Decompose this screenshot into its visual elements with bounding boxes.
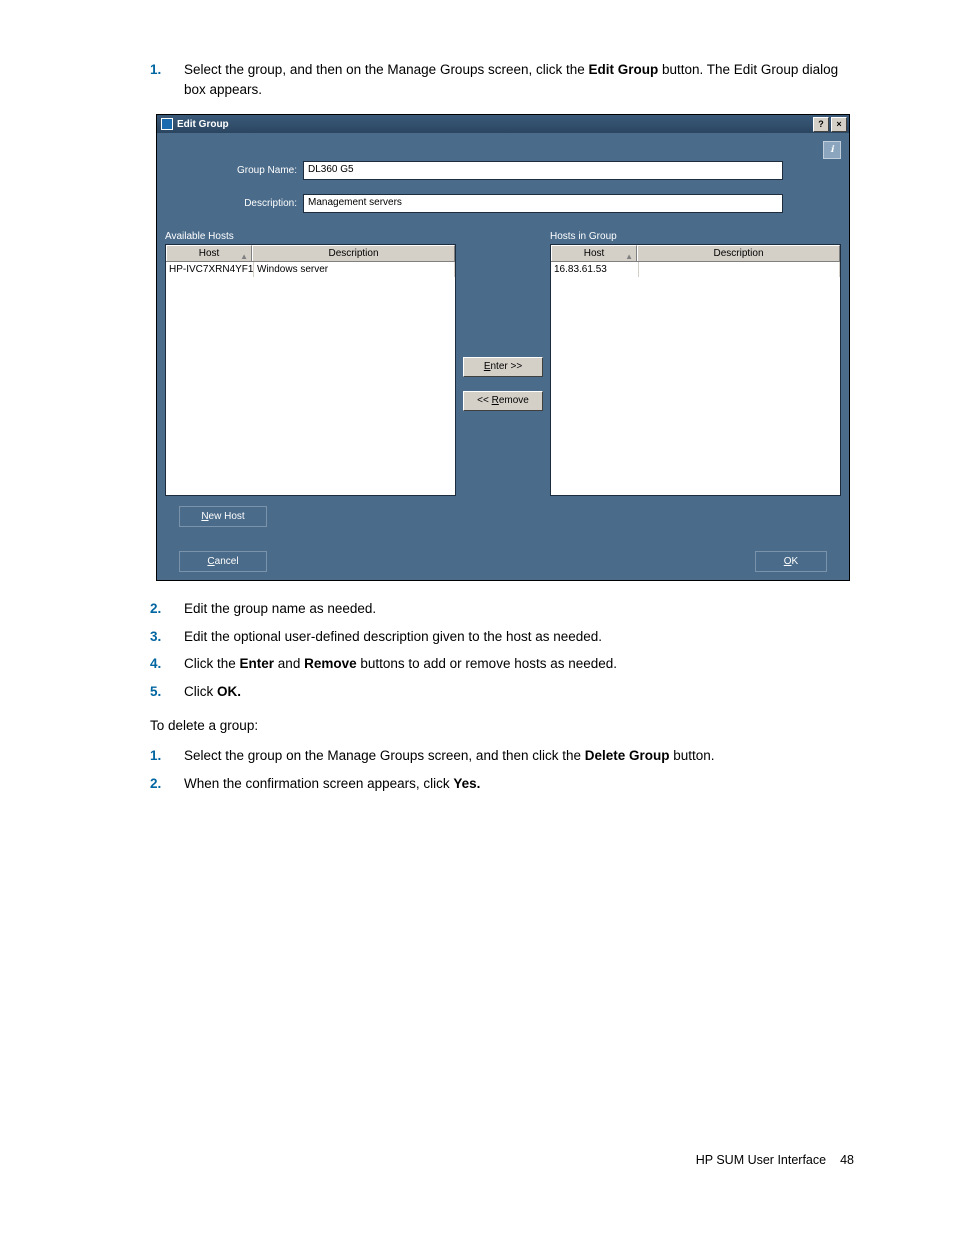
available-hosts-grid[interactable]: Host▲ Description HP-IVC7XRN4YF1F Window… [165, 244, 456, 496]
step-number: 5. [150, 682, 184, 702]
page-footer: HP SUM User Interface 48 [150, 1153, 854, 1167]
group-name-label: Group Name: [225, 165, 303, 176]
step-number: 3. [150, 627, 184, 647]
step-number: 1. [150, 746, 184, 766]
col-description[interactable]: Description [637, 245, 840, 261]
remove-button[interactable]: << Remove [463, 391, 543, 411]
step-text: Select the group, and then on the Manage… [184, 60, 854, 99]
edit-group-dialog: Edit Group ? × ℹ Group Name: DL360 G5 De… [156, 114, 850, 581]
enter-button[interactable]: Enter >> [463, 357, 543, 377]
step-text: Select the group on the Manage Groups sc… [184, 746, 854, 766]
footer-text: HP SUM User Interface [696, 1153, 826, 1167]
table-row[interactable]: HP-IVC7XRN4YF1F Windows server [166, 262, 455, 277]
help-button[interactable]: ? [813, 117, 829, 132]
cancel-button[interactable]: Cancel [179, 551, 267, 572]
description-row: Description: Management servers [225, 194, 841, 213]
step-item: 1. Select the group, and then on the Man… [150, 60, 854, 99]
close-button[interactable]: × [831, 117, 847, 132]
group-name-row: Group Name: DL360 G5 [225, 161, 841, 180]
page-number: 48 [840, 1153, 854, 1167]
step-item: 1. Select the group on the Manage Groups… [150, 746, 854, 766]
step-item: 3. Edit the optional user-defined descri… [150, 627, 854, 647]
col-description[interactable]: Description [252, 245, 455, 261]
group-name-input[interactable]: DL360 G5 [303, 161, 783, 180]
description-label: Description: [225, 198, 303, 209]
host-cell: 16.83.61.53 [551, 262, 639, 277]
step-number: 2. [150, 774, 184, 794]
table-row[interactable]: 16.83.61.53 [551, 262, 840, 277]
step-item: 5. Click OK. [150, 682, 854, 702]
steps-list-3: 1. Select the group on the Manage Groups… [150, 746, 854, 793]
step-item: 2. Edit the group name as needed. [150, 599, 854, 619]
available-hosts-title: Available Hosts [165, 231, 456, 242]
dialog-titlebar: Edit Group ? × [157, 115, 849, 133]
step-text: When the confirmation screen appears, cl… [184, 774, 854, 794]
delete-intro: To delete a group: [150, 716, 854, 736]
step-text: Click the Enter and Remove buttons to ad… [184, 654, 854, 674]
desc-cell: Windows server [254, 262, 455, 277]
host-cell: HP-IVC7XRN4YF1F [166, 262, 254, 277]
step-number: 2. [150, 599, 184, 619]
dialog-title: Edit Group [177, 119, 811, 130]
step-text: Click OK. [184, 682, 854, 702]
new-host-button[interactable]: New Host [179, 506, 267, 527]
sort-icon: ▲ [625, 249, 633, 264]
step-text: Edit the group name as needed. [184, 599, 854, 619]
wizard-icon[interactable]: ℹ [823, 141, 841, 159]
col-host[interactable]: Host▲ [551, 245, 637, 261]
sort-icon: ▲ [240, 249, 248, 264]
hosts-in-group-title: Hosts in Group [550, 231, 841, 242]
step-text: Edit the optional user-defined descripti… [184, 627, 854, 647]
hosts-in-group-grid[interactable]: Host▲ Description 16.83.61.53 [550, 244, 841, 496]
col-host[interactable]: Host▲ [166, 245, 252, 261]
step-number: 4. [150, 654, 184, 674]
ok-button[interactable]: OK [755, 551, 827, 572]
steps-list-2: 2. Edit the group name as needed. 3. Edi… [150, 599, 854, 701]
desc-cell [639, 262, 840, 277]
step-item: 2. When the confirmation screen appears,… [150, 774, 854, 794]
step-item: 4. Click the Enter and Remove buttons to… [150, 654, 854, 674]
transfer-buttons: Enter >> << Remove [456, 231, 550, 496]
description-input[interactable]: Management servers [303, 194, 783, 213]
app-icon [161, 118, 173, 130]
steps-list-1: 1. Select the group, and then on the Man… [150, 60, 854, 99]
step-number: 1. [150, 60, 184, 80]
